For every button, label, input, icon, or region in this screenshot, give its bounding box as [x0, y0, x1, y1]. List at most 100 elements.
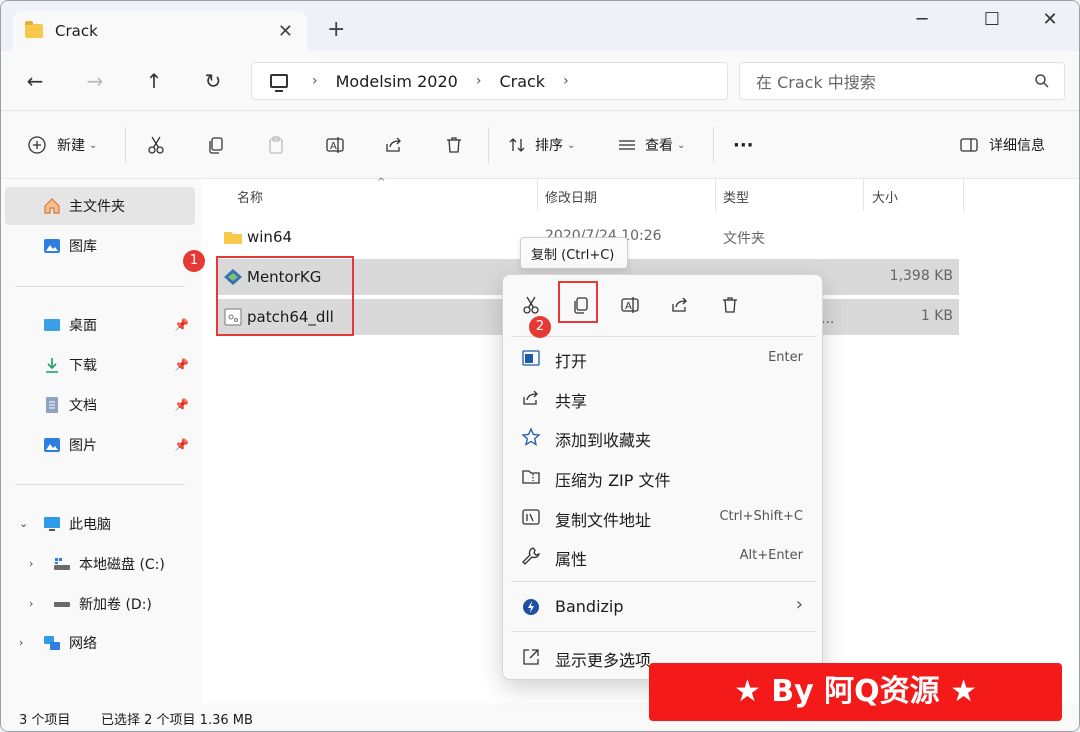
sidebar-label: 文档: [69, 398, 97, 414]
selection-info: 已选择 2 个项目 1.36 MB: [101, 713, 253, 728]
menu-item-properties[interactable]: 属性 Alt+Enter: [509, 537, 817, 575]
share-icon: [523, 390, 538, 405]
drive-d-icon: [54, 602, 70, 607]
chevron-right-icon[interactable]: ›: [29, 557, 33, 570]
sidebar-item-drive-d[interactable]: › 新加卷 (D:): [5, 585, 195, 623]
back-button[interactable]: ←: [19, 65, 51, 97]
paste-button[interactable]: [266, 133, 286, 157]
command-bar: 新建 ⌄ A 排序 ⌄ 查看 ⌄ ··· 详细信息: [1, 111, 1079, 179]
sidebar-divider: [15, 286, 185, 287]
column-header-type[interactable]: 类型: [723, 187, 749, 206]
sidebar-label: 桌面: [69, 318, 97, 334]
column-divider[interactable]: [537, 179, 538, 211]
column-header-modified[interactable]: 修改日期: [545, 187, 597, 206]
column-divider[interactable]: [963, 179, 964, 211]
trash-icon: [723, 297, 737, 313]
forward-button[interactable]: →: [79, 65, 111, 97]
breadcrumb-modelsim[interactable]: Modelsim 2020: [336, 72, 458, 91]
sidebar-item-gallery[interactable]: 图库: [5, 227, 195, 265]
navigation-pane: 主文件夹 图库 桌面 📌 下载 📌 文档 📌 图片 📌 ⌄ 此电脑 › 本地磁盘…: [1, 179, 201, 703]
menu-item-bandizip[interactable]: Bandizip ›: [509, 588, 817, 626]
pin-icon[interactable]: 📌: [174, 358, 189, 372]
sidebar-divider: [15, 484, 185, 485]
search-placeholder: 在 Crack 中搜索: [756, 73, 876, 92]
chevron-down-icon: ⌄: [89, 139, 98, 151]
up-button[interactable]: ↑: [138, 65, 170, 97]
annotation-badge-2: 2: [529, 316, 551, 338]
context-delete-button[interactable]: [714, 289, 746, 321]
column-divider[interactable]: [863, 179, 864, 211]
menu-item-add-favorites[interactable]: 添加到收藏夹: [509, 418, 817, 456]
minimize-button[interactable]: ─: [899, 9, 945, 30]
sidebar-item-drive-c[interactable]: › 本地磁盘 (C:): [5, 545, 195, 583]
column-divider[interactable]: [715, 179, 716, 211]
rename-button[interactable]: A: [325, 133, 345, 157]
details-pane-icon: [960, 138, 978, 152]
breadcrumb-crack[interactable]: Crack: [499, 72, 545, 91]
sidebar-label: 下载: [69, 358, 97, 374]
menu-shortcut: Enter: [768, 350, 803, 365]
menu-label: 显示更多选项: [555, 651, 652, 670]
sidebar-item-pictures[interactable]: 图片 📌: [5, 426, 195, 464]
sidebar-item-network[interactable]: › 网络: [5, 624, 195, 662]
menu-item-copy-path[interactable]: 复制文件地址 Ctrl+Shift+C: [509, 498, 817, 536]
copy-button[interactable]: [206, 133, 226, 157]
sidebar-item-home[interactable]: 主文件夹: [5, 187, 195, 225]
chevron-right-icon[interactable]: ›: [19, 636, 23, 649]
breadcrumb[interactable]: › Modelsim 2020 › Crack ›: [251, 62, 728, 100]
share-button[interactable]: [384, 133, 404, 157]
delete-button[interactable]: [444, 133, 464, 157]
refresh-button[interactable]: ↻: [197, 65, 229, 97]
sidebar-item-downloads[interactable]: 下载 📌: [5, 346, 195, 384]
desktop-icon: [44, 319, 60, 331]
menu-label: Bandizip: [555, 597, 624, 616]
search-input[interactable]: 在 Crack 中搜索: [739, 62, 1065, 100]
menu-item-compress-zip[interactable]: 压缩为 ZIP 文件: [509, 458, 817, 496]
column-header-size[interactable]: 大小: [872, 187, 898, 206]
tab-crack[interactable]: Crack ✕: [13, 11, 307, 51]
cut-button[interactable]: [146, 133, 166, 157]
pin-icon[interactable]: 📌: [174, 318, 189, 332]
breadcrumb-separator[interactable]: ›: [563, 73, 569, 89]
new-button[interactable]: 新建 ⌄: [27, 133, 97, 157]
chevron-right-icon[interactable]: ›: [29, 597, 33, 610]
view-label: 查看: [645, 138, 673, 154]
maximize-button[interactable]: ☐: [969, 9, 1015, 30]
sidebar-item-this-pc[interactable]: ⌄ 此电脑: [5, 505, 195, 543]
menu-divider: [511, 336, 816, 337]
svg-text:A: A: [330, 141, 337, 152]
home-icon: [44, 198, 60, 214]
search-icon[interactable]: [1034, 73, 1050, 89]
menu-item-open[interactable]: 打开 Enter: [509, 339, 817, 377]
context-share-button[interactable]: [664, 289, 696, 321]
address-bar: ← → ↑ ↻ › Modelsim 2020 › Crack › 在 Crac…: [1, 51, 1079, 111]
column-header-name[interactable]: 名称: [237, 187, 263, 206]
bandizip-icon: [523, 599, 539, 615]
more-options-button[interactable]: ···: [733, 133, 754, 157]
close-window-button[interactable]: ✕: [1027, 9, 1073, 30]
pin-icon[interactable]: 📌: [174, 438, 189, 452]
view-button[interactable]: 查看 ⌄: [617, 133, 685, 157]
chevron-down-icon[interactable]: ⌄: [19, 517, 28, 530]
sort-icon: [509, 138, 525, 152]
file-name: win64: [247, 228, 293, 246]
pin-icon[interactable]: 📌: [174, 398, 189, 412]
breadcrumb-separator[interactable]: ›: [476, 73, 482, 89]
details-pane-button[interactable]: 详细信息: [959, 133, 1045, 157]
copy-path-icon: [522, 509, 540, 525]
more-options-icon: [523, 649, 539, 665]
tab-close-button[interactable]: ✕: [278, 21, 293, 42]
sidebar-item-documents[interactable]: 文档 📌: [5, 386, 195, 424]
menu-label: 添加到收藏夹: [555, 431, 652, 450]
scissors-icon: [523, 296, 539, 314]
chevron-right-icon: ›: [795, 594, 803, 615]
sort-button[interactable]: 排序 ⌄: [507, 133, 575, 157]
annotation-badge-1: 1: [183, 250, 205, 272]
new-tab-button[interactable]: +: [327, 19, 345, 41]
this-pc-icon[interactable]: [270, 74, 288, 92]
context-rename-button[interactable]: A: [614, 289, 646, 321]
menu-item-share[interactable]: 共享: [509, 379, 817, 417]
sort-label: 排序: [535, 138, 563, 154]
sidebar-item-desktop[interactable]: 桌面 📌: [5, 306, 195, 344]
breadcrumb-separator[interactable]: ›: [312, 73, 318, 89]
